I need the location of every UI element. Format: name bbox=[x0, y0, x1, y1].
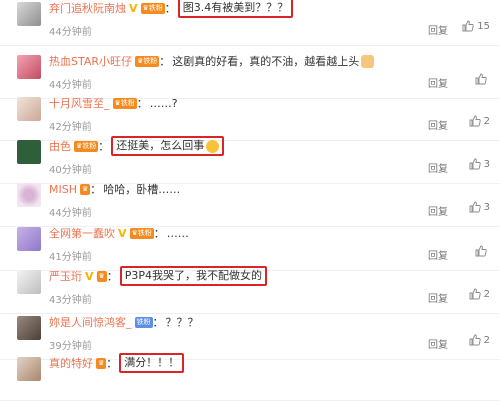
like-button[interactable]: 3 bbox=[469, 201, 490, 213]
fan-badge-icon: ♛铁粉 bbox=[112, 97, 137, 109]
reply-button[interactable]: 回复 bbox=[428, 22, 448, 37]
like-count: 2 bbox=[483, 115, 490, 127]
thumbs-up-icon bbox=[469, 288, 481, 300]
avatar[interactable] bbox=[17, 55, 41, 79]
colon-separator: ： bbox=[159, 55, 171, 68]
colon-separator: ： bbox=[106, 357, 118, 370]
like-count: 3 bbox=[483, 201, 490, 213]
colon-separator: ： bbox=[98, 140, 110, 153]
like-button[interactable] bbox=[475, 245, 490, 257]
avatar[interactable] bbox=[17, 357, 41, 381]
fan-badge-icon: ♛铁粉 bbox=[140, 2, 165, 14]
comment-text: …… bbox=[166, 226, 189, 240]
reply-button[interactable]: 回复 bbox=[428, 247, 448, 262]
commenter-name[interactable]: 妳是人间惊鸿客_ bbox=[49, 314, 132, 330]
like-button[interactable] bbox=[475, 73, 490, 85]
avatar[interactable] bbox=[17, 140, 41, 164]
commenter-name[interactable]: 热血STAR小旺仔 bbox=[49, 53, 132, 69]
comment-text: ……? bbox=[149, 96, 178, 110]
fan-badge-icon: ♛ bbox=[80, 183, 91, 195]
avatar[interactable] bbox=[17, 183, 41, 207]
commenter-name[interactable]: 由色 bbox=[49, 138, 71, 154]
colon-separator: ： bbox=[90, 183, 102, 196]
verified-v-icon: V bbox=[118, 226, 127, 240]
avatar[interactable] bbox=[17, 2, 41, 26]
fan-badge-icon: ♛ bbox=[96, 270, 107, 282]
comment-text: 哈哈，卧槽…… bbox=[103, 183, 181, 196]
comment-time: 44分钟前 bbox=[49, 27, 92, 38]
comment-text: ？？？ bbox=[165, 316, 199, 329]
thumbs-up-icon bbox=[475, 245, 487, 257]
commenter-name[interactable]: 十月风雪至_ bbox=[49, 95, 110, 111]
like-button[interactable]: 15 bbox=[462, 20, 490, 32]
colon-separator: ： bbox=[153, 227, 165, 240]
like-count: 2 bbox=[483, 334, 490, 346]
colon-separator: ： bbox=[106, 270, 118, 283]
avatar[interactable] bbox=[17, 227, 41, 251]
colon-separator: ： bbox=[136, 97, 148, 110]
comment-time: 43分钟前 bbox=[49, 295, 92, 306]
commenter-name[interactable]: 全网第一蠢吹 bbox=[49, 225, 115, 241]
fan-badge-icon: ♛铁粉 bbox=[129, 227, 154, 239]
avatar[interactable] bbox=[17, 316, 41, 340]
reply-button[interactable]: 回复 bbox=[428, 117, 448, 132]
comment-text: P3P4我哭了，我不配做女的 bbox=[119, 266, 268, 286]
verified-v-icon: V bbox=[85, 269, 94, 283]
reply-button[interactable]: 回复 bbox=[428, 203, 448, 218]
thumbs-up-icon bbox=[475, 73, 487, 85]
commenter-name[interactable]: 弃门追秋阮南烛 bbox=[49, 0, 126, 16]
fan-badge-icon: ♛铁粉 bbox=[135, 55, 160, 67]
avatar[interactable] bbox=[17, 97, 41, 121]
comment-text: 这剧真的好看，真的不油，越看越上头 bbox=[172, 55, 360, 68]
comment-item: 真的特好 ♛ ： 满分！！！ bbox=[0, 348, 500, 401]
fan-badge-icon: ♛铁粉 bbox=[74, 140, 99, 152]
thumbs-up-icon bbox=[469, 334, 481, 346]
like-button[interactable]: 2 bbox=[469, 334, 490, 346]
comment-text: 图3.4有被美到？？？ bbox=[177, 0, 294, 18]
like-count: 15 bbox=[477, 20, 490, 32]
thumbs-up-icon bbox=[469, 201, 481, 213]
verified-v-icon: V bbox=[129, 1, 138, 15]
clap-emoji-icon bbox=[361, 54, 375, 68]
comment-item: 弃门追秋阮南烛 V ♛铁粉 ： 图3.4有被美到？？？ 44分钟前 回复 15 bbox=[0, 0, 500, 46]
like-button[interactable]: 2 bbox=[469, 115, 490, 127]
like-count: 3 bbox=[483, 158, 490, 170]
avatar[interactable] bbox=[17, 270, 41, 294]
thumbs-up-icon bbox=[462, 20, 474, 32]
commenter-name[interactable]: 严玉珩 bbox=[49, 268, 82, 284]
like-button[interactable]: 3 bbox=[469, 158, 490, 170]
laugh-emoji-icon bbox=[206, 139, 220, 153]
fan-badge-icon: 铁粉 bbox=[134, 316, 153, 328]
comment-text: 还挺美，怎么回事 bbox=[111, 136, 225, 156]
comment-text-value: 还挺美，怎么回事 bbox=[116, 139, 205, 152]
like-button[interactable]: 2 bbox=[469, 288, 490, 300]
commenter-name[interactable]: 真的特好 bbox=[49, 355, 93, 371]
like-count: 2 bbox=[483, 288, 490, 300]
colon-separator: ： bbox=[164, 2, 176, 15]
reply-button[interactable]: 回复 bbox=[428, 290, 448, 305]
thumbs-up-icon bbox=[469, 115, 481, 127]
comment-text: 满分！！！ bbox=[119, 353, 185, 373]
thumbs-up-icon bbox=[469, 158, 481, 170]
commenter-name[interactable]: MISH bbox=[49, 183, 77, 196]
colon-separator: ： bbox=[152, 316, 164, 329]
comment-time: 44分钟前 bbox=[49, 208, 92, 219]
reply-button[interactable]: 回复 bbox=[428, 160, 448, 175]
